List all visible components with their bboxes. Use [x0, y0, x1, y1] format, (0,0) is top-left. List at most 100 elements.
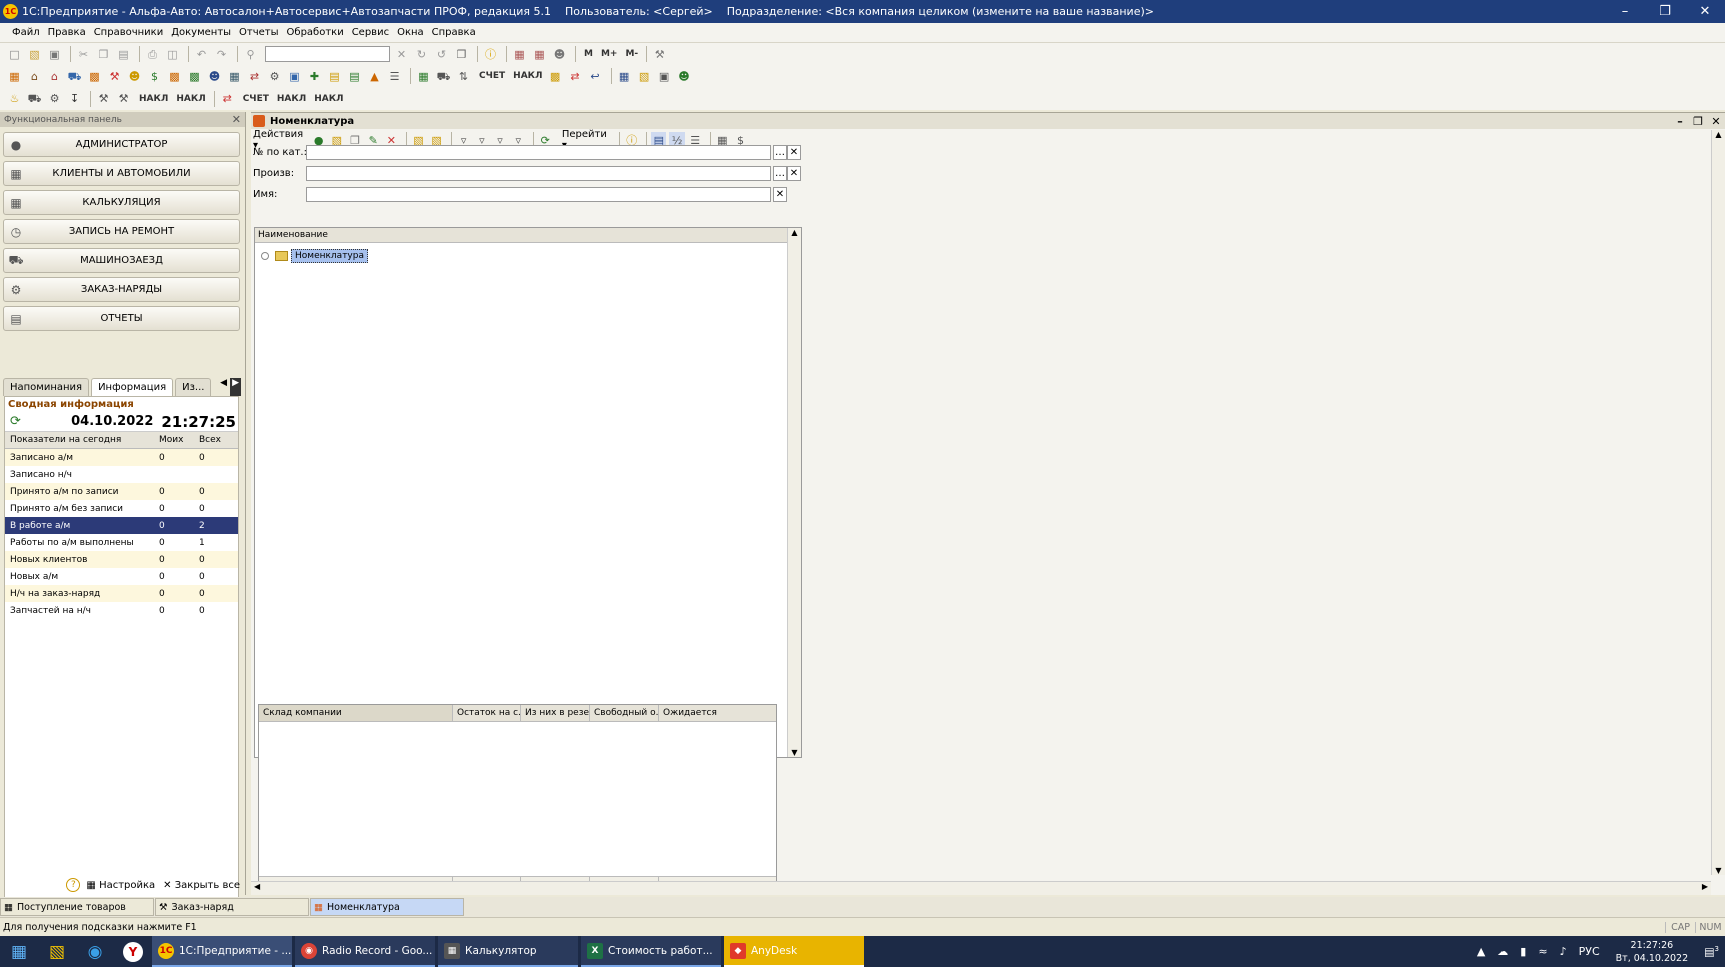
window-tab-goods-receipt[interactable]: ▦ Поступление товаров — [0, 898, 154, 916]
taskbar-app-chrome[interactable]: ◉ Radio Record - Goo... — [295, 936, 435, 967]
list-icon[interactable]: ☰ — [386, 68, 403, 85]
arrows-icon[interactable]: ✚ — [306, 68, 323, 85]
mdi-scroll-left-icon[interactable]: ◀ — [254, 882, 260, 891]
memory-minus-button[interactable]: M- — [625, 49, 638, 59]
toolbar-search-input[interactable] — [265, 46, 390, 62]
transfer-small-icon[interactable]: ⇄ — [219, 90, 236, 107]
catalog-number-input[interactable] — [306, 145, 771, 160]
mdi-scroll-down-icon[interactable]: ▼ — [1712, 866, 1725, 875]
warehouse-icon[interactable]: ▦ — [226, 68, 243, 85]
close-all-button[interactable]: ✕ Закрыть все — [163, 880, 240, 891]
car-parts-icon[interactable]: ⛟ — [435, 68, 452, 85]
nakl-button[interactable]: НАКЛ — [513, 71, 542, 81]
window-tab-nomenclature[interactable]: ▦ Номенклатура — [310, 898, 464, 916]
mdi-scroll-right-icon[interactable]: ▶ — [1702, 882, 1708, 891]
repair-booking-button[interactable]: ◷ ЗАПИСЬ НА РЕМОНТ — [3, 219, 240, 244]
open-folder-icon[interactable]: ▧ — [26, 46, 43, 63]
transfer-icon[interactable]: ⇄ — [246, 68, 263, 85]
money-icon[interactable]: ▩ — [186, 68, 203, 85]
menu-documents[interactable]: Документы — [171, 27, 231, 38]
info-icon[interactable]: ⓘ — [482, 46, 499, 63]
manufacturer-select-icon[interactable]: … — [773, 166, 787, 181]
tree-header[interactable]: Наименование — [255, 228, 801, 243]
panel-close-icon[interactable]: ✕ — [232, 113, 245, 126]
col-reserved[interactable]: Из них в резе... — [521, 705, 590, 721]
language-indicator[interactable]: РУС — [1579, 945, 1600, 958]
col-balance[interactable]: Остаток на с... — [453, 705, 521, 721]
menu-file[interactable]: Файл — [12, 27, 40, 38]
child-close-icon[interactable]: ✕ — [1707, 115, 1725, 128]
folder-icon[interactable]: ▧ — [636, 68, 653, 85]
tools-icon[interactable]: ⚒ — [651, 46, 668, 63]
preview-icon[interactable]: ◫ — [164, 46, 181, 63]
refresh-icon[interactable]: ⟳ — [10, 414, 21, 429]
menu-catalogs[interactable]: Справочники — [94, 27, 164, 38]
schet-button[interactable]: СЧЕТ — [479, 71, 505, 81]
box-icon[interactable]: ▩ — [547, 68, 564, 85]
search-prev-icon[interactable]: ↺ — [433, 46, 450, 63]
table-row[interactable]: Н/ч на заказ-наряд 0 0 — [5, 585, 238, 602]
clear-search-icon[interactable]: ✕ — [393, 46, 410, 63]
save-icon[interactable]: ▣ — [46, 46, 63, 63]
tab-scroll-left-icon[interactable]: ◀ — [220, 378, 227, 396]
new-file-icon[interactable]: □ — [6, 46, 23, 63]
taskbar-app-1c[interactable]: 1С 1С:Предприятие - ... — [152, 936, 292, 967]
cut-icon[interactable]: ✂ — [75, 46, 92, 63]
dollar-icon[interactable]: $ — [146, 68, 163, 85]
menu-edit[interactable]: Правка — [48, 27, 86, 38]
menu-windows[interactable]: Окна — [397, 27, 424, 38]
minimize-icon[interactable]: – — [1605, 4, 1645, 19]
col-warehouse[interactable]: Склад компании — [259, 705, 453, 721]
monitor-icon[interactable]: ▣ — [286, 68, 303, 85]
undo-icon[interactable]: ↶ — [193, 46, 210, 63]
user-green-icon[interactable]: ☻ — [676, 68, 693, 85]
volume-icon[interactable]: ♪ — [1560, 945, 1567, 958]
books-icon[interactable]: ▦ — [415, 68, 432, 85]
edge-icon[interactable]: ◉ — [76, 936, 114, 967]
battery-icon[interactable]: ▮ — [1520, 945, 1526, 958]
table-row[interactable]: Принято а/м без записи 0 0 — [5, 500, 238, 517]
scroll-up-icon[interactable]: ▲ — [788, 228, 801, 237]
tray-app-icon[interactable]: ☁ — [1497, 945, 1508, 958]
calendar-icon[interactable]: ▦ — [511, 46, 528, 63]
service-station-icon[interactable]: ⌂ — [46, 68, 63, 85]
wifi-icon[interactable]: ≈ — [1538, 945, 1547, 958]
chart-icon[interactable]: ▤ — [346, 68, 363, 85]
table-row-selected[interactable]: В работе а/м 0 2 — [5, 517, 238, 534]
cash-icon[interactable]: ▩ — [166, 68, 183, 85]
name-clear-icon[interactable]: ✕ — [773, 187, 787, 202]
scroll-down-icon[interactable]: ▼ — [788, 748, 801, 757]
restore-icon[interactable]: ❐ — [1645, 4, 1685, 19]
car-small-icon[interactable]: ⛟ — [26, 90, 43, 107]
wrench-icon[interactable]: ⚒ — [95, 90, 112, 107]
manufacturer-clear-icon[interactable]: ✕ — [787, 166, 801, 181]
table-row[interactable]: Новых а/м 0 0 — [5, 568, 238, 585]
sales-icon[interactable]: ▦ — [6, 68, 23, 85]
photo-icon[interactable]: ▣ — [656, 68, 673, 85]
memory-plus-button[interactable]: M+ — [601, 49, 618, 59]
col-free[interactable]: Свободный о... — [590, 705, 659, 721]
tree-scrollbar[interactable]: ▲ ▼ — [787, 228, 801, 757]
col-expected[interactable]: Ожидается — [659, 705, 776, 721]
windows-start-icon[interactable]: ▦ — [0, 936, 38, 967]
bell-icon[interactable]: ♨ — [6, 90, 23, 107]
manufacturer-input[interactable] — [306, 166, 771, 181]
mdi-scroll-up-icon[interactable]: ▲ — [1712, 130, 1725, 139]
taskbar-app-excel[interactable]: X Стоимость работ... — [581, 936, 721, 967]
nakl-plus-button[interactable]: НАКЛ — [139, 94, 168, 104]
exchange-icon[interactable]: ⇄ — [567, 68, 584, 85]
tab-information[interactable]: Информация — [91, 378, 174, 396]
users-icon[interactable]: ☻ — [551, 46, 568, 63]
reports-button[interactable]: ▤ ОТЧЕТЫ — [3, 306, 240, 331]
close-icon[interactable]: ✕ — [1685, 4, 1725, 19]
receipt-icon[interactable]: ▤ — [326, 68, 343, 85]
dealership-icon[interactable]: ⌂ — [26, 68, 43, 85]
mdi-vertical-scrollbar[interactable]: ▲ ▼ — [1711, 130, 1725, 875]
calculation-button[interactable]: ▦ КАЛЬКУЛЯЦИЯ — [3, 190, 240, 215]
name-input[interactable] — [306, 187, 771, 202]
child-restore-icon[interactable]: ❐ — [1689, 115, 1707, 128]
nakl-extra-button[interactable]: НАКЛ — [314, 94, 343, 104]
catalog-number-clear-icon[interactable]: ✕ — [787, 145, 801, 160]
book-icon[interactable]: ▦ — [616, 68, 633, 85]
menu-processing[interactable]: Обработки — [287, 27, 344, 38]
